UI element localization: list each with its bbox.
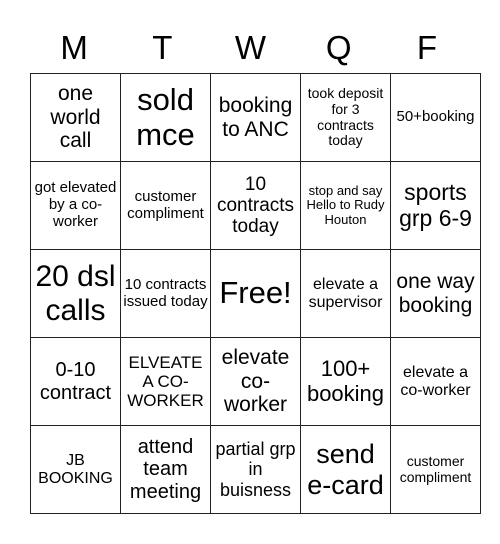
bingo-cell[interactable]: 10 contracts issued today	[120, 249, 211, 338]
bingo-cell[interactable]: one way booking	[390, 249, 481, 338]
bingo-cell[interactable]: attend team meeting	[120, 425, 211, 514]
bingo-row: JB BOOKING attend team meeting partial grp…	[30, 425, 481, 514]
bingo-cell[interactable]: elevate a co-worker	[390, 337, 481, 426]
bingo-cell[interactable]: 0-10 contract	[30, 337, 121, 426]
bingo-cell[interactable]: ELVEATE A CO-WORKER	[120, 337, 211, 426]
header-letter: W	[234, 29, 267, 66]
bingo-row: 0-10 contract ELVEATE A CO-WORKER elevate …	[30, 337, 481, 426]
bingo-cell[interactable]: elevate co-worker	[210, 337, 301, 426]
bingo-cell[interactable]: sports grp 6-9	[390, 161, 481, 250]
bingo-cell[interactable]: JB BOOKING	[30, 425, 121, 514]
bingo-cell[interactable]: stop and say Hello to Rudy Houton	[300, 161, 391, 250]
bingo-row: 20 dsl calls 10 contracts issued today Fre…	[30, 249, 481, 338]
bingo-row: one world call sold mce booking to ANC took…	[30, 73, 481, 162]
header-letter: T	[152, 29, 173, 66]
bingo-cell[interactable]: 20 dsl calls	[30, 249, 121, 338]
bingo-cell[interactable]: customer compliment	[390, 425, 481, 514]
bingo-cell[interactable]: elevate a supervisor	[300, 249, 391, 338]
bingo-cell[interactable]: one world call	[30, 73, 121, 162]
bingo-cell[interactable]: 100+ booking	[300, 337, 391, 426]
bingo-cell[interactable]: send e-card	[300, 425, 391, 514]
bingo-cell[interactable]: took deposit for 3 contracts today	[300, 73, 391, 162]
header-letter: Q	[325, 29, 352, 66]
bingo-cell[interactable]: Free!	[210, 249, 301, 338]
bingo-grid: one world call sold mce booking to ANC took…	[30, 73, 481, 514]
bingo-cell[interactable]: 10 contracts today	[210, 161, 301, 250]
bingo-header: M T W Q F	[30, 26, 471, 70]
bingo-cell[interactable]: customer compliment	[120, 161, 211, 250]
bingo-cell[interactable]: sold mce	[120, 73, 211, 162]
bingo-cell[interactable]: partial grp in buisness	[210, 425, 301, 514]
header-letter: M	[60, 29, 88, 66]
bingo-cell[interactable]: got elevated by a co-worker	[30, 161, 121, 250]
bingo-cell[interactable]: booking to ANC	[210, 73, 301, 162]
bingo-row: got elevated by a co-worker customer comp…	[30, 161, 481, 250]
bingo-cell[interactable]: 50+booking	[390, 73, 481, 162]
header-letter: F	[416, 29, 437, 66]
